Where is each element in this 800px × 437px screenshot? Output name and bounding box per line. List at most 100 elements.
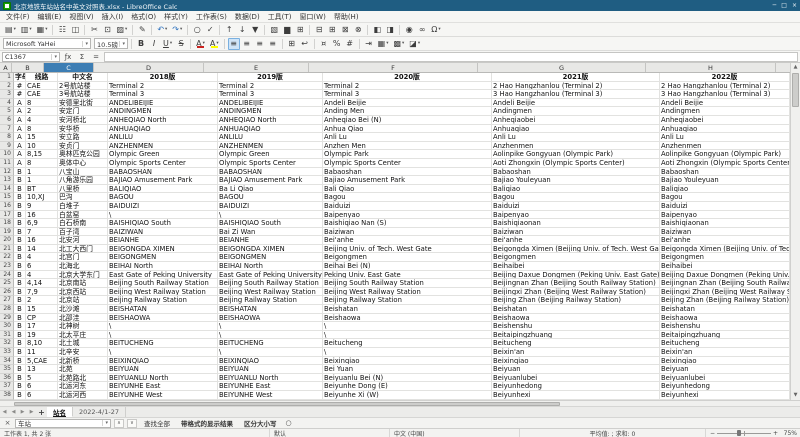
align-left-icon[interactable]: ≡: [228, 38, 240, 50]
cell[interactable]: Aoti Zhongxin (Olympic Sports Center): [660, 159, 790, 168]
cell[interactable]: 2018版: [108, 73, 218, 82]
cell[interactable]: BAISHIQIAO South: [108, 219, 218, 228]
cell[interactable]: 北京站: [58, 296, 108, 305]
cell[interactable]: 3号航站楼: [58, 90, 108, 99]
cell[interactable]: Terminal 3: [218, 90, 323, 99]
chevron-down-icon[interactable]: ▾: [438, 27, 440, 32]
cell[interactable]: Bajiao Youleyuan: [660, 176, 790, 185]
cell[interactable]: Babaoshan: [492, 168, 660, 177]
cell[interactable]: Beijing Univ. of Tech. West Gate: [323, 245, 492, 254]
cell[interactable]: 6,9: [26, 219, 58, 228]
cell[interactable]: 6: [26, 391, 58, 400]
cell[interactable]: BEIYUNHE West: [218, 391, 323, 400]
zoom-in-icon[interactable]: +: [773, 430, 778, 437]
cell[interactable]: Baipenyao: [323, 211, 492, 220]
cell[interactable]: Beixinqiao: [492, 357, 660, 366]
cell[interactable]: Beishatan: [492, 305, 660, 314]
column-header-E[interactable]: E: [204, 63, 309, 72]
cell[interactable]: 10: [26, 142, 58, 151]
cell[interactable]: Beihaibei: [492, 262, 660, 271]
cell[interactable]: \: [218, 322, 323, 331]
cell[interactable]: Anhua Qiao: [323, 125, 492, 134]
row-header-35[interactable]: 35: [0, 365, 14, 374]
cell[interactable]: Beishaowa: [660, 314, 790, 323]
insert-hyperlink-icon[interactable]: ∞: [416, 24, 428, 36]
cell[interactable]: Beiyunhe Dong (E): [323, 382, 492, 391]
cell[interactable]: B: [14, 211, 26, 220]
cell[interactable]: Beigongmen: [323, 253, 492, 262]
cell[interactable]: 中文名: [58, 73, 108, 82]
cell[interactable]: Beitucheng: [492, 339, 660, 348]
cell[interactable]: Babaoshan: [323, 168, 492, 177]
cell[interactable]: Anli Lu: [660, 133, 790, 142]
cell[interactable]: Terminal 3: [323, 90, 492, 99]
row-header-6[interactable]: 6: [0, 116, 14, 125]
function-wizard-icon[interactable]: ƒx: [62, 52, 74, 62]
insert-image-icon[interactable]: ▧: [268, 24, 280, 36]
cell[interactable]: BEIGONGDA XIMEN: [108, 245, 218, 254]
row-header-28[interactable]: 28: [0, 305, 14, 314]
format-percent-icon[interactable]: %: [331, 38, 343, 50]
cell[interactable]: \: [323, 322, 492, 331]
cell[interactable]: B: [14, 202, 26, 211]
row-header-30[interactable]: 30: [0, 322, 14, 331]
cell[interactable]: 北沙滩: [58, 305, 108, 314]
row-header-16[interactable]: 16: [0, 202, 14, 211]
cell[interactable]: Olympic Park: [323, 150, 492, 159]
cell[interactable]: 北苑: [58, 365, 108, 374]
cell[interactable]: \: [108, 348, 218, 357]
cell[interactable]: 15: [26, 133, 58, 142]
italic-icon[interactable]: I: [148, 38, 160, 50]
cell[interactable]: Beishaowa: [323, 314, 492, 323]
vertical-scrollbar[interactable]: ▲ ▼: [790, 63, 800, 400]
row-header-33[interactable]: 33: [0, 348, 14, 357]
increase-indent-icon[interactable]: ⇥: [363, 38, 375, 50]
cell[interactable]: BEIANHE: [108, 236, 218, 245]
undo-icon[interactable]: ↶▾: [155, 24, 169, 36]
cell[interactable]: 北太平庄: [58, 331, 108, 340]
cell[interactable]: 2: [26, 296, 58, 305]
cell[interactable]: B: [14, 185, 26, 194]
cell[interactable]: 北京西站: [58, 288, 108, 297]
chevron-down-icon[interactable]: ▾: [386, 41, 388, 46]
cell[interactable]: 奥体中心: [58, 159, 108, 168]
find-next-icon[interactable]: ∨: [127, 419, 137, 428]
cell[interactable]: 3 Hao Hangzhanlou (Terminal 3): [660, 90, 790, 99]
cell[interactable]: Baipenyao: [660, 211, 790, 220]
cell[interactable]: 北工大西门: [58, 245, 108, 254]
menu-item-4[interactable]: 格式(O): [127, 11, 160, 23]
cell[interactable]: BAJIAO Amusement Park: [218, 176, 323, 185]
cell[interactable]: \: [323, 331, 492, 340]
cell[interactable]: Anli Lu: [492, 133, 660, 142]
borders-icon[interactable]: ▦▾: [376, 38, 391, 50]
cell[interactable]: Beishenshu: [492, 322, 660, 331]
cell[interactable]: BAJIAO Amusement Park: [108, 176, 218, 185]
print-icon[interactable]: ☷: [56, 24, 68, 36]
cell[interactable]: BEITUCHENG: [218, 339, 323, 348]
cell[interactable]: Beiyunhedong: [492, 382, 660, 391]
cell[interactable]: Beijing Zhan (Beijing Railway Station): [660, 296, 790, 305]
wrap-text-icon[interactable]: ↩: [299, 38, 311, 50]
menu-item-9[interactable]: 窗口(W): [295, 11, 329, 23]
menu-item-7[interactable]: 数据(D): [231, 11, 264, 23]
maximize-icon[interactable]: □: [781, 2, 787, 9]
cell[interactable]: ANDINGMEN: [218, 107, 323, 116]
column-header-C[interactable]: C: [44, 63, 94, 72]
cell[interactable]: Beitucheng: [660, 339, 790, 348]
cell[interactable]: 8: [26, 125, 58, 134]
chevron-down-icon[interactable]: ▾: [180, 27, 182, 32]
cell[interactable]: Baiduizi: [660, 202, 790, 211]
justify-icon[interactable]: ≡: [267, 38, 279, 50]
cell[interactable]: Andeli Beijie: [492, 99, 660, 108]
cell[interactable]: 北宫门: [58, 253, 108, 262]
sort-ascending-icon[interactable]: ↑: [223, 24, 235, 36]
cell[interactable]: 5,CAE: [26, 357, 58, 366]
cell[interactable]: B: [14, 168, 26, 177]
cell[interactable]: Beitaipingzhuang: [492, 331, 660, 340]
cell[interactable]: BEIXINQIAO: [108, 357, 218, 366]
row-header-7[interactable]: 7: [0, 125, 14, 134]
cell[interactable]: Beishatan: [323, 305, 492, 314]
cell[interactable]: Beiyuan: [492, 365, 660, 374]
cell[interactable]: Baiziwan: [323, 228, 492, 237]
cell[interactable]: Baiziwan: [660, 228, 790, 237]
